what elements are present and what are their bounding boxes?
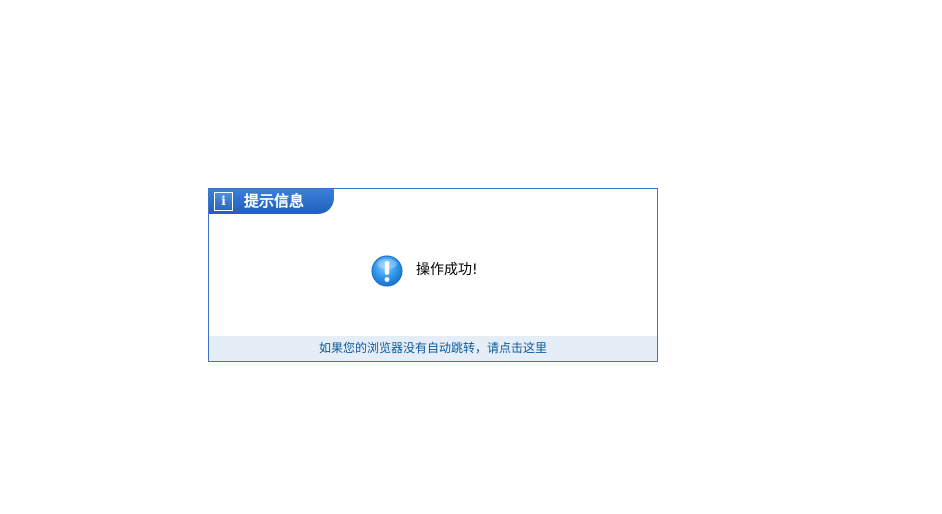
message-body: 操作成功! [209,214,657,336]
redirect-link[interactable]: 如果您的浏览器没有自动跳转，请点击这里 [319,341,547,356]
message-box-header: i 提示信息 [209,189,334,214]
status-message: 操作成功! [416,262,478,278]
message-box-title: 提示信息 [244,192,305,210]
info-icon: i [214,192,233,211]
exclamation-icon [371,255,403,287]
message-box: i 提示信息 操作成功! 如果您的浏览器没有自动跳转，请点击这里 [208,188,658,362]
message-footer: 如果您的浏览器没有自动跳转，请点击这里 [209,336,657,361]
